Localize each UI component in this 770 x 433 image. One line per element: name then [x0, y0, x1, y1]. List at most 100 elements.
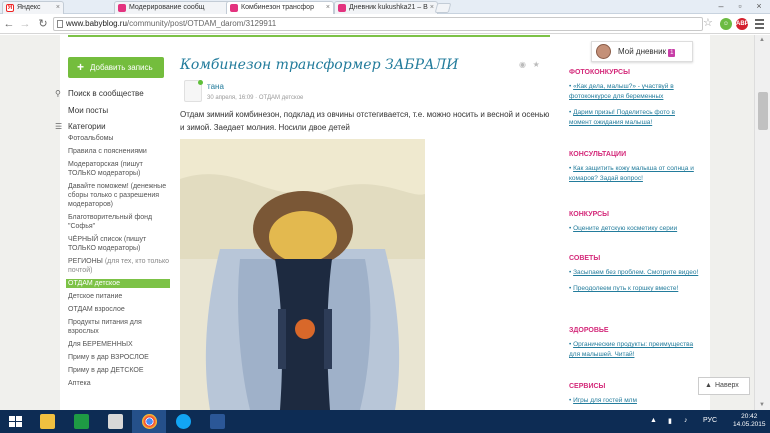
- category-item[interactable]: ЧЁРНЫЙ список (пишут ТОЛЬКО модераторы): [68, 235, 170, 253]
- category-item[interactable]: Продукты питания для взрослых: [68, 318, 170, 336]
- system-clock[interactable]: 20:42 14.05.2015: [733, 413, 766, 429]
- yandex-icon: Я: [6, 4, 14, 12]
- address-bar[interactable]: www.babyblog.ru/community/post/OTDAM_dar…: [53, 17, 703, 31]
- post-photo[interactable]: [180, 139, 425, 410]
- promo-link[interactable]: • Игры для гостей млм: [569, 396, 699, 406]
- tab-yandex[interactable]: Я Яндекс ×: [2, 1, 64, 14]
- list-icon: ☰: [55, 122, 63, 131]
- category-item[interactable]: Приму в дар ДЕТСКОЕ: [68, 366, 170, 375]
- bookmark-star-icon[interactable]: ☆: [703, 16, 713, 29]
- promo-section-contests: КОНКУРСЫ • Оцените детскую косметику сер…: [569, 211, 699, 255]
- reload-icon[interactable]: ↻: [36, 17, 50, 31]
- scroll-to-top-label: Наверх: [715, 382, 739, 389]
- forward-arrow-icon[interactable]: →: [18, 17, 32, 31]
- promo-link[interactable]: • «Как дела, малыш?» - участвуй в фотоко…: [569, 82, 699, 102]
- taskbar-skype[interactable]: [166, 410, 200, 433]
- maximize-icon[interactable]: ▫: [731, 0, 749, 12]
- online-dot: [198, 80, 203, 85]
- search-icon: ⚲: [55, 89, 61, 98]
- promo-link-text: Как защитить кожу малыша от солнца и ком…: [569, 165, 694, 182]
- windows-taskbar: ▲ ▮ ♪ РУС 20:42 14.05.2015: [0, 410, 770, 433]
- babyblog-icon: [338, 4, 346, 12]
- page-scrollbar[interactable]: ▲ ▼: [754, 35, 770, 410]
- promo-section-consultations: КОНСУЛЬТАЦИИ • Как защитить кожу малыша …: [569, 151, 699, 211]
- my-posts-link[interactable]: Мои посты: [68, 106, 108, 115]
- taskbar-green-app[interactable]: [64, 410, 98, 433]
- category-item-regions[interactable]: РЕГИОНЫ (для тех, кто только почтой): [68, 257, 170, 275]
- my-diary-button[interactable]: Мой дневник 1: [591, 41, 693, 62]
- notification-badge: 1: [668, 49, 676, 57]
- promo-link[interactable]: • Дарим призы! Поделитесь фото в момент …: [569, 108, 699, 128]
- add-post-button[interactable]: + Добавить запись: [68, 57, 164, 78]
- promo-link[interactable]: • Органические продукты: преимущества дл…: [569, 340, 699, 360]
- category-item[interactable]: Приму в дар ВЗРОСЛОЕ: [68, 353, 170, 362]
- my-diary-label: Мой дневник: [618, 47, 667, 56]
- browser-toolbar: ← → ↻ www.babyblog.ru/community/post/OTD…: [0, 14, 770, 34]
- taskbar-notepad[interactable]: [98, 410, 132, 433]
- tab-current-post[interactable]: Комбинезон трансфор ×: [226, 1, 334, 14]
- notepad-icon: [108, 414, 123, 429]
- section-title: СЕРВИСЫ: [569, 383, 606, 390]
- windows-start-icon[interactable]: [9, 416, 22, 428]
- category-item[interactable]: Аптека: [68, 379, 170, 388]
- close-icon[interactable]: ×: [56, 2, 60, 14]
- top-accent-line: [68, 35, 550, 37]
- taskbar-word[interactable]: [200, 410, 234, 433]
- close-icon[interactable]: ×: [326, 2, 330, 14]
- promo-link-text: Засыпаем без проблем. Смотрите видео!: [573, 269, 699, 276]
- eye-icon[interactable]: ◉: [519, 60, 526, 69]
- categories-heading: Категории: [68, 122, 106, 131]
- promo-link[interactable]: • Преодолеем путь к горшку вместе!: [569, 284, 699, 294]
- search-community-link[interactable]: Поиск в сообществе: [68, 89, 144, 98]
- close-window-icon[interactable]: ×: [750, 0, 768, 12]
- minimize-icon[interactable]: –: [712, 0, 730, 12]
- category-item[interactable]: Фотоальбомы: [68, 134, 170, 143]
- post-category[interactable]: ОТДАМ детское: [259, 95, 304, 101]
- extension-green-icon[interactable]: ☺: [720, 18, 732, 30]
- section-title: КОНСУЛЬТАЦИИ: [569, 151, 627, 158]
- network-icon[interactable]: ▮: [668, 417, 672, 425]
- tray-arrow-icon[interactable]: ▲: [650, 417, 657, 424]
- tab-label: Дневник kukushka21 – B: [349, 4, 428, 11]
- green-app-icon: [74, 414, 89, 429]
- explorer-icon: [40, 414, 55, 429]
- babyblog-icon: [230, 4, 238, 12]
- menu-icon[interactable]: [755, 19, 764, 31]
- taskbar-explorer[interactable]: [30, 410, 64, 433]
- browser-tab-bar: Я Яндекс × Модерирование сообщ × Комбине…: [0, 0, 770, 14]
- category-item[interactable]: Модераторская (пишут ТОЛЬКО модераторы): [68, 160, 170, 178]
- category-item[interactable]: Для БЕРЕМЕННЫХ: [68, 340, 170, 349]
- section-title: ЗДОРОВЬЕ: [569, 327, 609, 334]
- promo-link[interactable]: • Засыпаем без проблем. Смотрите видео!: [569, 268, 699, 278]
- tab-diary[interactable]: Дневник kukushka21 – B ×: [334, 1, 438, 14]
- user-avatar: [596, 44, 611, 59]
- author-avatar[interactable]: [184, 80, 203, 102]
- language-indicator[interactable]: РУС: [703, 417, 717, 424]
- category-item-active[interactable]: ОТДАМ детское: [66, 279, 170, 288]
- section-title: ФОТОКОНКУРСЫ: [569, 69, 630, 76]
- scroll-down-icon[interactable]: ▼: [759, 402, 765, 408]
- promo-link-text: Дарим призы! Поделитесь фото в момент ож…: [569, 109, 675, 126]
- plus-icon: +: [77, 60, 85, 74]
- category-item[interactable]: Благотворительный фонд "Софья": [68, 213, 170, 231]
- tab-moderation[interactable]: Модерирование сообщ ×: [114, 1, 236, 14]
- volume-icon[interactable]: ♪: [684, 417, 688, 424]
- star-icon[interactable]: ★: [533, 60, 540, 69]
- category-item[interactable]: ОТДАМ взрослое: [68, 305, 170, 314]
- adblock-icon[interactable]: ABP: [736, 18, 749, 30]
- promo-link[interactable]: • Оцените детскую косметику серии: [569, 224, 699, 234]
- new-tab-button[interactable]: [434, 3, 452, 13]
- scroll-up-icon[interactable]: ▲: [759, 37, 765, 43]
- close-icon[interactable]: ×: [430, 2, 434, 14]
- author-name[interactable]: тана: [207, 82, 224, 91]
- promo-link[interactable]: • Как защитить кожу малыша от солнца и к…: [569, 164, 699, 184]
- back-arrow-icon[interactable]: ←: [2, 17, 16, 31]
- category-item[interactable]: Давайте поможем! (денежные сборы только …: [68, 182, 170, 209]
- category-item[interactable]: Детское питание: [68, 292, 170, 301]
- taskbar-chrome[interactable]: [132, 410, 166, 433]
- promo-link-text: «Как дела, малыш?» - участвуй в фотоконк…: [569, 83, 674, 100]
- scrollbar-thumb[interactable]: [758, 92, 768, 130]
- scroll-to-top-button[interactable]: ▲ Наверх: [698, 377, 750, 395]
- promo-section-photocontests: ФОТОКОНКУРСЫ • «Как дела, малыш?» - учас…: [569, 69, 699, 127]
- category-item[interactable]: Правила с пояснениями: [68, 147, 170, 156]
